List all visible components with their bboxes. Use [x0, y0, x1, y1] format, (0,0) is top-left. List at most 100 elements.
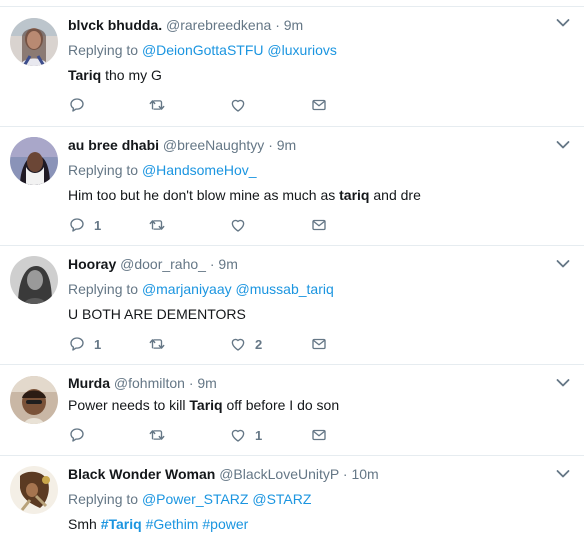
hashtag-link[interactable]: #Tariq	[101, 516, 142, 532]
reply-button[interactable]: 1	[68, 335, 101, 353]
timestamp[interactable]: 9m	[277, 137, 296, 153]
tweet-header: au bree dhabi @breeNaughtyy · 9m	[68, 135, 550, 155]
tweet[interactable]: Murda @fohmilton · 9m Power needs to kil…	[0, 365, 584, 455]
display-name[interactable]: Hooray	[68, 256, 116, 272]
tweet-header: Murda @fohmilton · 9m	[68, 373, 550, 393]
like-count: 1	[255, 427, 263, 443]
tweet-text: Smh #Tariq #Gethim #power	[68, 514, 550, 534]
avatar[interactable]	[10, 18, 58, 66]
like-button[interactable]: 1	[229, 426, 262, 444]
tweet-header: blvck bhudda. @rarebreedkena · 9m	[68, 15, 550, 35]
tweet-text-bold: tariq	[339, 187, 370, 203]
caret-down-icon[interactable]	[556, 469, 570, 479]
like-icon	[229, 426, 247, 444]
tweet-text: U BOTH ARE DEMENTORS	[68, 306, 246, 322]
direct-message-button[interactable]	[310, 335, 328, 353]
caret-down-icon[interactable]	[556, 140, 570, 150]
timestamp[interactable]: 9m	[218, 256, 237, 272]
retweet-icon	[148, 96, 166, 114]
tweet-text-rest: and dre	[369, 187, 421, 203]
mention-link[interactable]: @marjaniyaay	[142, 281, 232, 297]
like-button[interactable]	[229, 216, 255, 234]
tweet-text-bold: Tariq	[68, 67, 102, 83]
retweet-button[interactable]	[148, 96, 166, 114]
mention-link[interactable]: @DeionGottaSTFU	[142, 42, 264, 58]
timestamp[interactable]: 9m	[197, 375, 216, 391]
reply-count: 1	[94, 217, 102, 233]
reply-button[interactable]	[68, 426, 94, 444]
tweet-actions	[68, 96, 368, 114]
avatar[interactable]	[10, 256, 58, 304]
retweet-button[interactable]	[148, 335, 166, 353]
separator-dot: ·	[188, 375, 194, 391]
reply-icon	[68, 426, 86, 444]
tweet[interactable]: au bree dhabi @breeNaughtyy · 9m Replyin…	[0, 127, 584, 245]
reply-button[interactable]	[68, 96, 94, 114]
caret-down-icon[interactable]	[556, 378, 570, 388]
tweet[interactable]: Hooray @door_raho_ · 9m Replying to @mar…	[0, 246, 584, 364]
tweet[interactable]: blvck bhudda. @rarebreedkena · 9m Replyi…	[0, 0, 584, 126]
tweet-text-rest: tho my G	[101, 67, 162, 83]
timestamp[interactable]: 9m	[284, 17, 303, 33]
like-button[interactable]: 2	[229, 335, 262, 353]
like-icon	[229, 96, 247, 114]
user-handle[interactable]: @door_raho_	[120, 256, 206, 272]
tweet-header: Hooray @door_raho_ · 9m	[68, 254, 550, 274]
caret-down-icon[interactable]	[556, 259, 570, 269]
retweet-button[interactable]	[148, 216, 166, 234]
mention-link[interactable]: @mussab_tariq	[236, 281, 334, 297]
display-name[interactable]: blvck bhudda.	[68, 17, 162, 33]
display-name[interactable]: Murda	[68, 375, 110, 391]
replying-to-label: Replying to	[68, 42, 139, 58]
display-name[interactable]: au bree dhabi	[68, 137, 159, 153]
mention-link[interactable]: @STARZ	[252, 491, 311, 507]
replying-to-label: Replying to	[68, 162, 139, 178]
replying-to-label: Replying to	[68, 281, 139, 297]
direct-message-button[interactable]	[310, 426, 328, 444]
reply-button[interactable]: 1	[68, 216, 101, 234]
like-count: 2	[255, 336, 263, 352]
tweet-actions: 1	[68, 216, 368, 234]
like-button[interactable]	[229, 96, 255, 114]
message-icon	[310, 335, 328, 353]
caret-down-icon[interactable]	[556, 18, 570, 28]
display-name[interactable]: Black Wonder Woman	[68, 466, 215, 482]
timestamp[interactable]: 10m	[351, 466, 378, 482]
replying-to-label: Replying to	[68, 491, 139, 507]
direct-message-button[interactable]	[310, 96, 328, 114]
user-handle[interactable]: @rarebreedkena	[166, 17, 271, 33]
mention-link[interactable]: @luxuriovs	[267, 42, 336, 58]
tweet-text: Tariq tho my G	[68, 65, 550, 85]
tweet[interactable]: Black Wonder Woman @BlackLoveUnityP · 10…	[0, 456, 584, 538]
replying-to: Replying to @marjaniyaay @mussab_tariq	[68, 279, 550, 299]
avatar[interactable]	[10, 466, 58, 514]
user-handle[interactable]: @fohmilton	[114, 375, 185, 391]
direct-message-button[interactable]	[310, 216, 328, 234]
message-icon	[310, 216, 328, 234]
replying-to: Replying to @HandsomeHov_	[68, 160, 550, 180]
mention-link[interactable]: @Power_STARZ	[142, 491, 249, 507]
retweet-icon	[148, 426, 166, 444]
user-handle[interactable]: @BlackLoveUnityP	[219, 466, 339, 482]
tweet-text: Him too but he don't blow mine as much a…	[68, 185, 550, 205]
reply-icon	[68, 335, 86, 353]
hashtag-link[interactable]: #Gethim	[146, 516, 199, 532]
tweet-text-pre: Him too but he don't blow mine as much a…	[68, 187, 340, 203]
avatar[interactable]	[10, 137, 58, 185]
tweet-header: Black Wonder Woman @BlackLoveUnityP · 10…	[68, 464, 550, 484]
retweet-icon	[148, 335, 166, 353]
user-handle[interactable]: @breeNaughtyy	[163, 137, 264, 153]
retweet-icon	[148, 216, 166, 234]
separator-dot: ·	[209, 256, 215, 272]
tweet-text-rest: off before I do son	[222, 397, 340, 413]
avatar[interactable]	[10, 376, 58, 424]
mention-link[interactable]: @HandsomeHov_	[142, 162, 257, 178]
tweet-text-pre: Smh	[68, 516, 101, 532]
replying-to: Replying to @DeionGottaSTFU @luxuriovs	[68, 40, 550, 60]
reply-icon	[68, 216, 86, 234]
like-icon	[229, 335, 247, 353]
hashtag-link[interactable]: #power	[202, 516, 248, 532]
retweet-button[interactable]	[148, 426, 166, 444]
reply-icon	[68, 96, 86, 114]
tweet-text-pre: Power needs to kill	[68, 397, 190, 413]
